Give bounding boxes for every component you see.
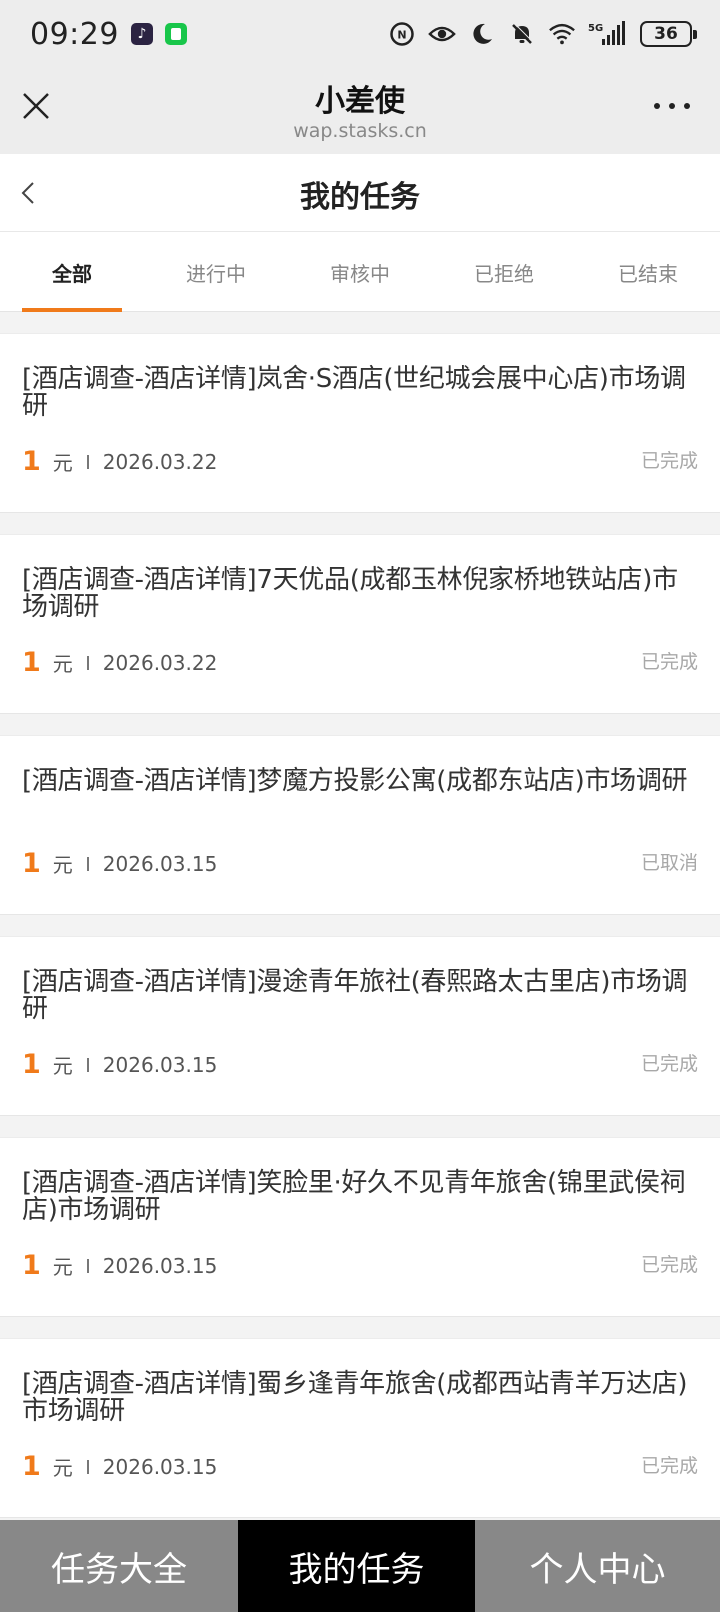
page-title: 我的任务 xyxy=(300,180,420,215)
browser-url: wap.stasks.cn xyxy=(293,120,427,142)
tab-under-review[interactable]: 审核中 xyxy=(288,232,432,312)
separator xyxy=(86,454,89,469)
task-status: 已完成 xyxy=(640,1455,698,1477)
mute-bell-icon xyxy=(508,20,536,48)
status-right: N 5G 36 xyxy=(388,20,697,48)
task-unit: 元 xyxy=(52,1054,73,1078)
nav-profile[interactable]: 个人中心 xyxy=(475,1520,720,1612)
more-options-button[interactable] xyxy=(654,100,690,112)
task-meta: 1 元 2026.03.22 xyxy=(22,446,217,477)
task-amount: 1 xyxy=(22,446,41,477)
task-unit: 元 xyxy=(52,853,73,877)
network-label: 5G xyxy=(588,23,603,34)
status-left: 09:29 xyxy=(30,17,187,52)
app-notification-icon xyxy=(164,23,187,45)
task-amount: 1 xyxy=(22,1049,41,1080)
moon-icon xyxy=(468,20,496,48)
task-title: [酒店调查-酒店详情]笑脸里·好久不见青年旅舍(锦里武侯祠店)市场调研 xyxy=(22,1168,686,1225)
task-card[interactable]: [酒店调查-酒店详情]漫途青年旅社(春熙路太古里店)市场调研 1 元 2026.… xyxy=(0,936,720,1116)
task-unit: 元 xyxy=(52,652,73,676)
task-status: 已完成 xyxy=(640,1254,698,1276)
battery-indicator: 36 xyxy=(640,21,697,47)
tiktok-notification-icon xyxy=(130,23,153,45)
separator xyxy=(86,1459,89,1474)
task-meta: 1 元 2026.03.22 xyxy=(22,647,217,678)
task-unit: 元 xyxy=(52,1255,73,1279)
nav-task-hall[interactable]: 任务大全 xyxy=(0,1520,238,1612)
task-card[interactable]: [酒店调查-酒店详情]笑脸里·好久不见青年旅舍(锦里武侯祠店)市场调研 1 元 … xyxy=(0,1137,720,1317)
task-amount: 1 xyxy=(22,1451,41,1482)
task-title: [酒店调查-酒店详情]梦魔方投影公寓(成都东站店)市场调研 xyxy=(22,766,688,796)
task-meta: 1 元 2026.03.15 xyxy=(22,1451,217,1482)
task-amount: 1 xyxy=(22,848,41,879)
svg-text:N: N xyxy=(397,29,406,42)
task-title: [酒店调查-酒店详情]蜀乡逢青年旅舍(成都西站青羊万达店)市场调研 xyxy=(22,1369,688,1426)
task-list: [酒店调查-酒店详情]岚舍·S酒店(世纪城会展中心店)市场调研 1 元 2026… xyxy=(0,333,720,1539)
more-dot-icon xyxy=(654,103,660,109)
tab-rejected[interactable]: 已拒绝 xyxy=(432,232,576,312)
separator xyxy=(86,1057,89,1072)
separator xyxy=(86,856,89,871)
bottom-nav: 任务大全 我的任务 个人中心 xyxy=(0,1520,720,1612)
separator xyxy=(86,655,89,670)
separator xyxy=(86,1258,89,1273)
task-amount: 1 xyxy=(22,647,41,678)
task-meta: 1 元 2026.03.15 xyxy=(22,1049,217,1080)
task-card[interactable]: [酒店调查-酒店详情]7天优品(成都玉林倪家桥地铁站店)市场调研 1 元 202… xyxy=(0,534,720,714)
task-status: 已完成 xyxy=(640,450,698,472)
task-date: 2026.03.15 xyxy=(102,1454,218,1479)
task-title: [酒店调查-酒店详情]漫途青年旅社(春熙路太古里店)市场调研 xyxy=(22,967,688,1024)
page-header: 我的任务 xyxy=(0,154,720,232)
nfc-icon: N xyxy=(388,20,416,48)
task-status: 已完成 xyxy=(640,1053,698,1075)
tab-in-progress[interactable]: 进行中 xyxy=(144,232,288,312)
task-amount: 1 xyxy=(22,1250,41,1281)
task-meta: 1 元 2026.03.15 xyxy=(22,1250,217,1281)
task-title: [酒店调查-酒店详情]岚舍·S酒店(世纪城会展中心店)市场调研 xyxy=(22,364,686,421)
tab-all[interactable]: 全部 xyxy=(0,232,144,312)
status-bar: 09:29 N 5G 36 xyxy=(0,0,720,68)
more-dot-icon xyxy=(669,103,675,109)
tab-ended[interactable]: 已结束 xyxy=(576,232,720,312)
task-status: 已完成 xyxy=(640,651,698,673)
task-card[interactable]: [酒店调查-酒店详情]岚舍·S酒店(世纪城会展中心店)市场调研 1 元 2026… xyxy=(0,333,720,513)
task-card[interactable]: [酒店调查-酒店详情]梦魔方投影公寓(成都东站店)市场调研 1 元 2026.0… xyxy=(0,735,720,915)
wifi-icon xyxy=(548,20,576,48)
nav-my-tasks[interactable]: 我的任务 xyxy=(238,1520,475,1612)
task-date: 2026.03.22 xyxy=(102,449,218,474)
task-date: 2026.03.15 xyxy=(102,851,218,876)
task-title: [酒店调查-酒店详情]7天优品(成都玉林倪家桥地铁站店)市场调研 xyxy=(22,565,678,622)
task-date: 2026.03.15 xyxy=(102,1253,218,1278)
browser-title: 小差使 xyxy=(315,84,405,119)
browser-header: 小差使 wap.stasks.cn xyxy=(0,68,720,154)
task-status: 已取消 xyxy=(640,852,698,874)
signal-icon: 5G xyxy=(588,20,628,48)
task-unit: 元 xyxy=(52,1456,73,1480)
task-card[interactable]: [酒店调查-酒店详情]蜀乡逢青年旅舍(成都西站青羊万达店)市场调研 1 元 20… xyxy=(0,1338,720,1518)
task-meta: 1 元 2026.03.15 xyxy=(22,848,217,879)
task-unit: 元 xyxy=(52,451,73,475)
more-dot-icon xyxy=(684,103,690,109)
eye-icon xyxy=(428,20,456,48)
task-date: 2026.03.15 xyxy=(102,1052,218,1077)
task-date: 2026.03.22 xyxy=(102,650,218,675)
status-time: 09:29 xyxy=(30,16,119,52)
tab-bar: 全部 进行中 审核中 已拒绝 已结束 xyxy=(0,232,720,312)
